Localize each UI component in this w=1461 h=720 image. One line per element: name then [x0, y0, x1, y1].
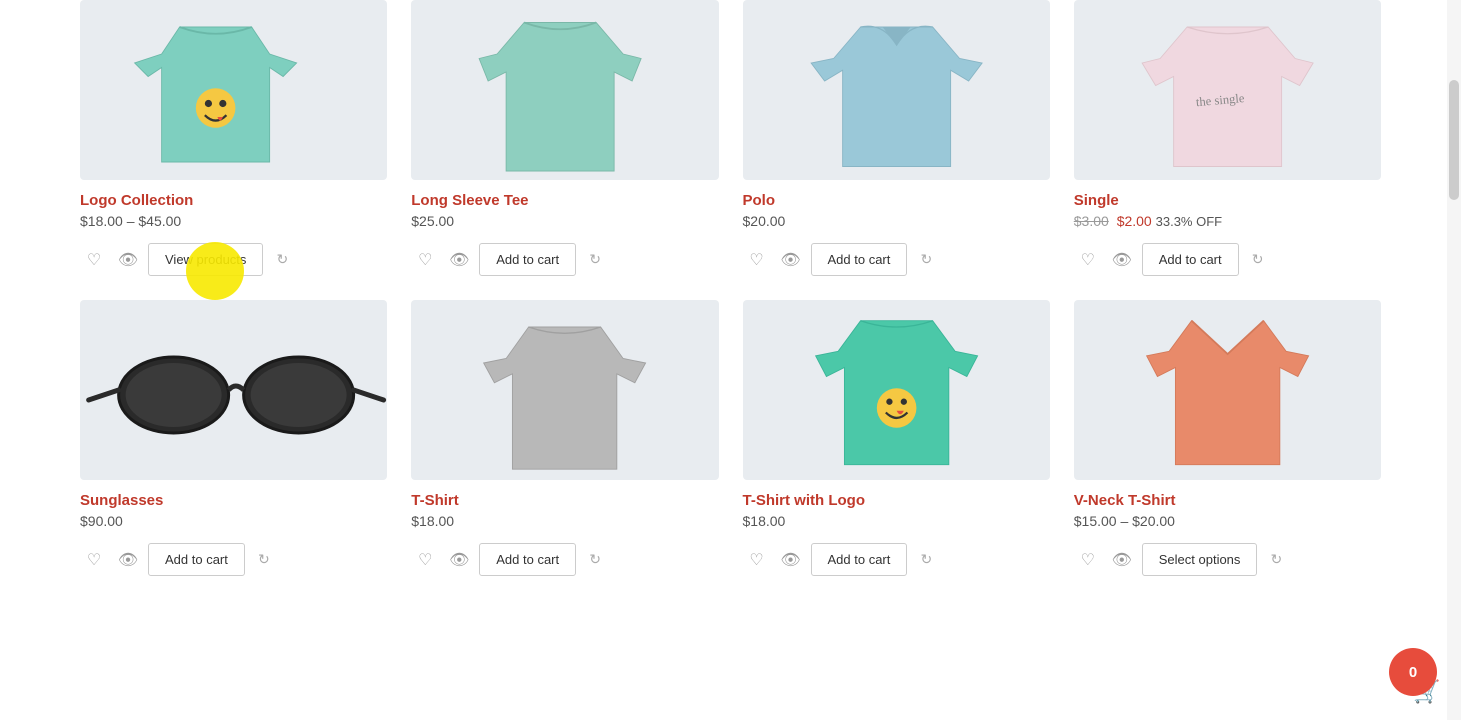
- product-name-t-shirt[interactable]: T-Shirt: [411, 492, 718, 509]
- wishlist-icon-t-shirt[interactable]: ♡: [411, 546, 439, 574]
- quickview-icon-v-neck-t-shirt[interactable]: 👁: [1108, 546, 1136, 574]
- product-actions-polo: ♡ 👁 Add to cart ↻: [743, 243, 1050, 276]
- product-name-long-sleeve-tee[interactable]: Long Sleeve Tee: [411, 192, 718, 209]
- wishlist-icon-long-sleeve-tee[interactable]: ♡: [411, 246, 439, 274]
- products-grid-row2: Sunglasses $90.00 ♡ 👁 Add to cart ↻ T-Sh…: [80, 300, 1381, 576]
- wishlist-icon-t-shirt-with-logo[interactable]: ♡: [743, 546, 771, 574]
- refresh-icon-t-shirt-with-logo[interactable]: ↻: [913, 547, 939, 573]
- product-card-sunglasses: Sunglasses $90.00 ♡ 👁 Add to cart ↻: [80, 300, 387, 576]
- product-image-long-sleeve-tee: [411, 0, 718, 180]
- add-to-cart-button-long-sleeve-tee[interactable]: Add to cart: [479, 243, 576, 276]
- add-to-cart-button-sunglasses[interactable]: Add to cart: [148, 543, 245, 576]
- product-actions-sunglasses: ♡ 👁 Add to cart ↻: [80, 543, 387, 576]
- product-price-t-shirt-with-logo: $18.00: [743, 513, 1050, 529]
- add-to-cart-button-single[interactable]: Add to cart: [1142, 243, 1239, 276]
- quickview-icon-polo[interactable]: 👁: [777, 246, 805, 274]
- quickview-icon-t-shirt[interactable]: 👁: [445, 546, 473, 574]
- wishlist-icon-sunglasses[interactable]: ♡: [80, 546, 108, 574]
- wishlist-icon-single[interactable]: ♡: [1074, 246, 1102, 274]
- product-image-logo-collection: [80, 0, 387, 180]
- add-to-cart-button-t-shirt-with-logo[interactable]: Add to cart: [811, 543, 908, 576]
- product-price-sunglasses: $90.00: [80, 513, 387, 529]
- product-name-sunglasses[interactable]: Sunglasses: [80, 492, 387, 509]
- product-image-single: the single: [1074, 0, 1381, 180]
- product-card-polo: Polo $20.00 ♡ 👁 Add to cart ↻: [743, 0, 1050, 276]
- product-price-long-sleeve-tee: $25.00: [411, 213, 718, 229]
- product-card-v-neck-t-shirt: V-Neck T-Shirt $15.00 – $20.00 ♡ 👁 Selec…: [1074, 300, 1381, 576]
- product-name-logo-collection[interactable]: Logo Collection: [80, 192, 387, 209]
- product-image-polo: [743, 0, 1050, 180]
- product-actions-v-neck-t-shirt: ♡ 👁 Select options ↻: [1074, 543, 1381, 576]
- product-image-v-neck-t-shirt: [1074, 300, 1381, 480]
- select-options-button-v-neck-t-shirt[interactable]: Select options: [1142, 543, 1258, 576]
- product-actions-single: ♡ 👁 Add to cart ↻: [1074, 243, 1381, 276]
- cart-badge[interactable]: 0: [1389, 648, 1437, 696]
- product-image-sunglasses: [80, 300, 387, 480]
- product-price-polo: $20.00: [743, 213, 1050, 229]
- product-price-original-single: $3.00: [1074, 213, 1109, 229]
- wishlist-icon-v-neck-t-shirt[interactable]: ♡: [1074, 546, 1102, 574]
- product-actions-t-shirt-with-logo: ♡ 👁 Add to cart ↻: [743, 543, 1050, 576]
- refresh-icon-sunglasses[interactable]: ↻: [251, 547, 277, 573]
- product-card-single: the single Single $3.00 $2.00 33.3% OFF …: [1074, 0, 1381, 276]
- add-to-cart-button-t-shirt[interactable]: Add to cart: [479, 543, 576, 576]
- product-price-discount-single: 33.3% OFF: [1156, 214, 1222, 229]
- page-wrapper: Logo Collection $18.00 – $45.00 ♡ 👁 View…: [0, 0, 1461, 720]
- product-card-t-shirt: T-Shirt $18.00 ♡ 👁 Add to cart ↻: [411, 300, 718, 576]
- quickview-icon-t-shirt-with-logo[interactable]: 👁: [777, 546, 805, 574]
- quickview-icon-single[interactable]: 👁: [1108, 246, 1136, 274]
- product-name-polo[interactable]: Polo: [743, 192, 1050, 209]
- add-to-cart-button-polo[interactable]: Add to cart: [811, 243, 908, 276]
- product-actions-long-sleeve-tee: ♡ 👁 Add to cart ↻: [411, 243, 718, 276]
- refresh-icon-v-neck-t-shirt[interactable]: ↻: [1263, 547, 1289, 573]
- wishlist-icon-logo-collection[interactable]: ♡: [80, 246, 108, 274]
- product-image-t-shirt-with-logo: [743, 300, 1050, 480]
- product-price-v-neck-t-shirt: $15.00 – $20.00: [1074, 513, 1381, 529]
- products-grid-row1: Logo Collection $18.00 – $45.00 ♡ 👁 View…: [80, 0, 1381, 276]
- product-price-single: $3.00 $2.00 33.3% OFF: [1074, 213, 1381, 229]
- quickview-icon-sunglasses[interactable]: 👁: [114, 546, 142, 574]
- refresh-icon-polo[interactable]: ↻: [913, 247, 939, 273]
- product-card-long-sleeve-tee: Long Sleeve Tee $25.00 ♡ 👁 Add to cart ↻: [411, 0, 718, 276]
- refresh-icon-single[interactable]: ↻: [1245, 247, 1271, 273]
- refresh-icon-long-sleeve-tee[interactable]: ↻: [582, 247, 608, 273]
- product-name-single[interactable]: Single: [1074, 192, 1381, 209]
- product-price-t-shirt: $18.00: [411, 513, 718, 529]
- wishlist-icon-polo[interactable]: ♡: [743, 246, 771, 274]
- highlight-circle: [186, 242, 244, 300]
- product-name-t-shirt-with-logo[interactable]: T-Shirt with Logo: [743, 492, 1050, 509]
- product-actions-t-shirt: ♡ 👁 Add to cart ↻: [411, 543, 718, 576]
- refresh-icon-logo-collection[interactable]: ↻: [269, 247, 295, 273]
- quickview-icon-logo-collection[interactable]: 👁: [114, 246, 142, 274]
- scrollbar-thumb[interactable]: [1449, 80, 1459, 200]
- refresh-icon-t-shirt[interactable]: ↻: [582, 547, 608, 573]
- product-price-logo-collection: $18.00 – $45.00: [80, 213, 387, 229]
- product-card-logo-collection: Logo Collection $18.00 – $45.00 ♡ 👁 View…: [80, 0, 387, 276]
- scrollbar[interactable]: [1447, 0, 1461, 720]
- quickview-icon-long-sleeve-tee[interactable]: 👁: [445, 246, 473, 274]
- product-price-sale-single: $2.00: [1117, 213, 1152, 229]
- product-card-t-shirt-with-logo: T-Shirt with Logo $18.00 ♡ 👁 Add to cart…: [743, 300, 1050, 576]
- cart-count: 0: [1409, 664, 1417, 681]
- product-name-v-neck-t-shirt[interactable]: V-Neck T-Shirt: [1074, 492, 1381, 509]
- product-image-t-shirt: [411, 300, 718, 480]
